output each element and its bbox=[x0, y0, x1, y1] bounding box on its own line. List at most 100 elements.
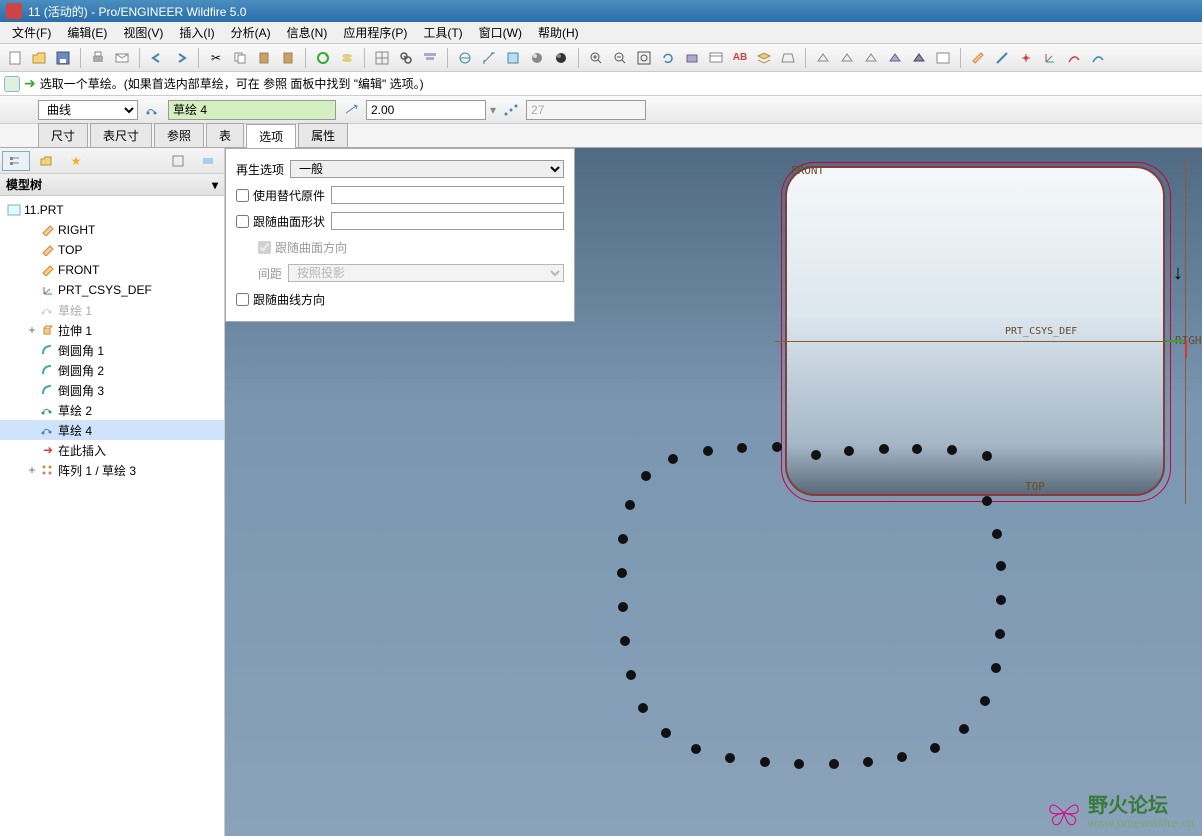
follow-curve-checkbox[interactable] bbox=[236, 293, 249, 306]
cut-icon[interactable]: ✂ bbox=[205, 47, 227, 69]
shadededge-icon[interactable] bbox=[908, 47, 930, 69]
pattern-instance-dot[interactable] bbox=[760, 757, 770, 767]
tab-references[interactable]: 参照 bbox=[154, 123, 204, 147]
surface-input[interactable] bbox=[331, 212, 564, 230]
tree-settings-icon[interactable] bbox=[164, 151, 192, 171]
save-icon[interactable] bbox=[52, 47, 74, 69]
render-icon[interactable] bbox=[526, 47, 548, 69]
grid-icon[interactable] bbox=[371, 47, 393, 69]
pattern-instance-dot[interactable] bbox=[991, 663, 1001, 673]
menu-info[interactable]: 信息(N) bbox=[279, 22, 336, 43]
redraw-icon[interactable] bbox=[657, 47, 679, 69]
pattern-instance-dot[interactable] bbox=[638, 703, 648, 713]
tree-item[interactable]: 倒圆角 3 bbox=[0, 380, 224, 400]
shaded-icon[interactable] bbox=[884, 47, 906, 69]
tree-root[interactable]: 11.PRT bbox=[0, 200, 224, 220]
tree-item[interactable]: 倒圆角 1 bbox=[0, 340, 224, 360]
pattern-instance-dot[interactable] bbox=[996, 595, 1006, 605]
new-icon[interactable] bbox=[4, 47, 26, 69]
tree-item[interactable]: PRT_CSYS_DEF bbox=[0, 280, 224, 300]
tab-table-dim[interactable]: 表尺寸 bbox=[90, 123, 152, 147]
tree-item[interactable]: RIGHT bbox=[0, 220, 224, 240]
pattern-instance-dot[interactable] bbox=[772, 442, 782, 452]
pattern-instance-dot[interactable] bbox=[897, 752, 907, 762]
direction-toggle-icon[interactable] bbox=[340, 99, 362, 121]
layers-icon[interactable] bbox=[753, 47, 775, 69]
sketch-slot-icon[interactable] bbox=[142, 99, 164, 121]
mail-icon[interactable] bbox=[111, 47, 133, 69]
menu-tools[interactable]: 工具(T) bbox=[415, 22, 470, 43]
pattern-instance-dot[interactable] bbox=[996, 561, 1006, 571]
regen-select[interactable]: 一般 bbox=[290, 160, 564, 178]
tree-item[interactable]: 草绘 1 bbox=[0, 300, 224, 320]
datum-curve-icon[interactable] bbox=[1063, 47, 1085, 69]
pattern-instance-dot[interactable] bbox=[668, 454, 678, 464]
sel-filter-icon[interactable] bbox=[419, 47, 441, 69]
tree-item[interactable]: 草绘 2 bbox=[0, 400, 224, 420]
tree-item[interactable]: ➜在此插入 bbox=[0, 440, 224, 460]
pattern-instance-dot[interactable] bbox=[829, 759, 839, 769]
csys-icon[interactable] bbox=[1039, 47, 1061, 69]
substitute-input[interactable] bbox=[331, 186, 564, 204]
tab-dimension[interactable]: 尺寸 bbox=[38, 123, 88, 147]
named-views-icon[interactable] bbox=[705, 47, 727, 69]
find-icon[interactable] bbox=[395, 47, 417, 69]
spin-icon[interactable] bbox=[454, 47, 476, 69]
redo-icon[interactable] bbox=[170, 47, 192, 69]
zoom-out-icon[interactable] bbox=[609, 47, 631, 69]
pattern-instance-dot[interactable] bbox=[661, 728, 671, 738]
use-substitute-checkbox[interactable] bbox=[236, 189, 249, 202]
copy-icon[interactable] bbox=[229, 47, 251, 69]
regen-icon[interactable] bbox=[312, 47, 334, 69]
measure-icon[interactable] bbox=[478, 47, 500, 69]
pattern-instance-dot[interactable] bbox=[618, 534, 628, 544]
pattern-instance-dot[interactable] bbox=[618, 602, 628, 612]
pattern-instance-dot[interactable] bbox=[863, 757, 873, 767]
pattern-instance-dot[interactable] bbox=[980, 696, 990, 706]
layer-icon[interactable] bbox=[336, 47, 358, 69]
annot-feat-icon[interactable] bbox=[1087, 47, 1109, 69]
menu-apps[interactable]: 应用程序(P) bbox=[335, 22, 415, 43]
pattern-instance-dot[interactable] bbox=[982, 496, 992, 506]
pattern-instance-dot[interactable] bbox=[737, 443, 747, 453]
datum-plane-icon[interactable] bbox=[967, 47, 989, 69]
count-icon[interactable] bbox=[500, 99, 522, 121]
pattern-instance-dot[interactable] bbox=[691, 744, 701, 754]
pattern-instance-dot[interactable] bbox=[641, 471, 651, 481]
pattern-instance-dot[interactable] bbox=[879, 444, 889, 454]
tree-item[interactable]: +拉伸 1 bbox=[0, 320, 224, 340]
follow-surface-checkbox[interactable] bbox=[236, 215, 249, 228]
tree-item[interactable]: 草绘 4 bbox=[0, 420, 224, 440]
open-icon[interactable] bbox=[28, 47, 50, 69]
menu-edit[interactable]: 编辑(E) bbox=[59, 22, 115, 43]
tree-item[interactable]: TOP bbox=[0, 240, 224, 260]
pattern-instance-dot[interactable] bbox=[794, 759, 804, 769]
hidden-line-icon[interactable] bbox=[836, 47, 858, 69]
style-list-icon[interactable] bbox=[932, 47, 954, 69]
annotate-icon[interactable]: AB bbox=[729, 47, 751, 69]
orient-icon[interactable] bbox=[681, 47, 703, 69]
pattern-instance-dot[interactable] bbox=[620, 636, 630, 646]
menu-insert[interactable]: 插入(I) bbox=[171, 22, 222, 43]
sketch-collector[interactable] bbox=[168, 100, 336, 120]
pattern-type-select[interactable]: 曲线 bbox=[38, 100, 138, 120]
pattern-instance-dot[interactable] bbox=[982, 451, 992, 461]
tree-item[interactable]: FRONT bbox=[0, 260, 224, 280]
pattern-instance-dot[interactable] bbox=[930, 743, 940, 753]
appearance-icon[interactable] bbox=[550, 47, 572, 69]
pattern-instance-dot[interactable] bbox=[959, 724, 969, 734]
datum-axis-icon[interactable] bbox=[991, 47, 1013, 69]
pattern-instance-dot[interactable] bbox=[703, 446, 713, 456]
menu-help[interactable]: 帮助(H) bbox=[530, 22, 587, 43]
model-tree-tab-icon[interactable] bbox=[2, 151, 30, 171]
no-hidden-icon[interactable] bbox=[860, 47, 882, 69]
tree-item[interactable]: +阵列 1 / 草绘 3 bbox=[0, 460, 224, 480]
tree-item[interactable]: 倒圆角 2 bbox=[0, 360, 224, 380]
expand-icon[interactable]: + bbox=[26, 463, 38, 477]
tab-options[interactable]: 选项 bbox=[246, 124, 296, 148]
pattern-instance-dot[interactable] bbox=[995, 629, 1005, 639]
spacing-value-input[interactable] bbox=[366, 100, 486, 120]
undo-icon[interactable] bbox=[146, 47, 168, 69]
wireframe-icon[interactable] bbox=[812, 47, 834, 69]
highlight-icon[interactable] bbox=[502, 47, 524, 69]
